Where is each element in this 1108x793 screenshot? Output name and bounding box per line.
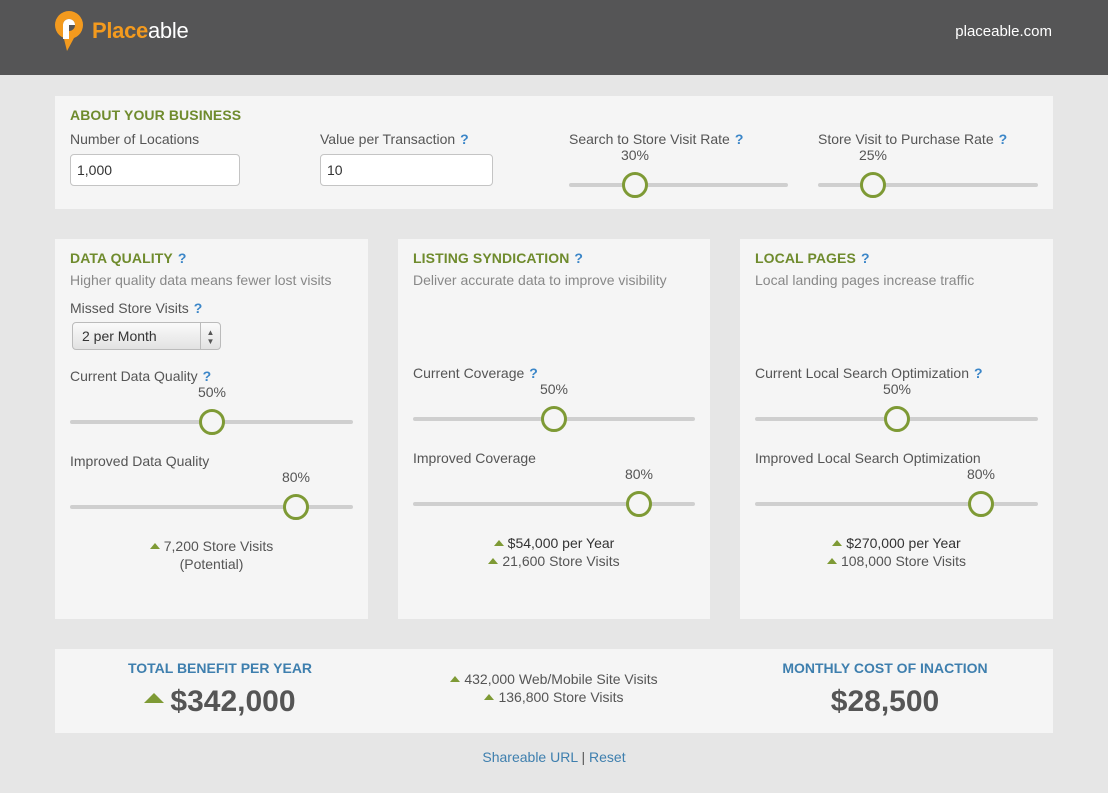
current-optimization-label: Current Local Search Optimization?	[755, 365, 983, 381]
increase-arrow-icon	[826, 558, 837, 564]
link-separator: |	[581, 749, 586, 765]
monthly-cost-title: MONTHLY COST OF INACTION	[782, 660, 988, 676]
visit-rate-label: Search to Store Visit Rate?	[569, 131, 744, 147]
slider-value: 30%	[620, 147, 650, 163]
slider-handle[interactable]	[622, 172, 648, 198]
improved-quality-slider[interactable]: 80%	[70, 469, 353, 520]
local-pages-subtitle: Local landing pages increase traffic	[755, 272, 975, 288]
increase-arrow-icon	[488, 558, 499, 564]
slider-handle[interactable]	[860, 172, 886, 198]
help-icon[interactable]: ?	[194, 300, 203, 316]
help-icon[interactable]: ?	[735, 131, 744, 147]
increase-arrow-icon	[493, 540, 504, 546]
value-per-transaction-label: Value per Transaction?	[320, 131, 469, 147]
current-coverage-slider[interactable]: 50%	[413, 381, 695, 432]
improved-optimization-label: Improved Local Search Optimization	[755, 450, 981, 466]
select-value: 2 per Month	[82, 328, 157, 344]
about-business-panel: ABOUT YOUR BUSINESS Number of Locations …	[55, 96, 1053, 209]
local-pages-panel: LOCAL PAGES? Local landing pages increas…	[740, 239, 1053, 619]
reset-link[interactable]: Reset	[589, 749, 626, 765]
data-quality-subtitle: Higher quality data means fewer lost vis…	[70, 272, 332, 288]
increase-arrow-icon	[144, 693, 165, 703]
current-coverage-label: Current Coverage?	[413, 365, 538, 381]
help-icon[interactable]: ?	[974, 365, 983, 381]
slider-value: 80%	[624, 466, 654, 482]
slider-value: 50%	[539, 381, 569, 397]
site-link[interactable]: placeable.com	[955, 23, 1052, 40]
slider-handle[interactable]	[283, 494, 309, 520]
shareable-url-link[interactable]: Shareable URL	[482, 749, 577, 765]
help-icon[interactable]: ?	[460, 131, 469, 147]
improved-optimization-slider[interactable]: 80%	[755, 466, 1038, 517]
total-benefit-value: $342,000	[85, 685, 355, 719]
slider-track[interactable]	[413, 502, 695, 506]
slider-handle[interactable]	[199, 409, 225, 435]
listing-syndication-panel: LISTING SYNDICATION? Deliver accurate da…	[398, 239, 710, 619]
data-quality-panel: DATA QUALITY? Higher quality data means …	[55, 239, 368, 619]
purchase-rate-slider[interactable]: 25%	[818, 147, 1038, 198]
improved-coverage-slider[interactable]: 80%	[413, 466, 695, 517]
select-arrows-icon: ▲ ▼	[200, 323, 220, 349]
listing-syndication-subtitle: Deliver accurate data to improve visibil…	[413, 272, 667, 288]
footer-links: Shareable URL | Reset	[0, 749, 1108, 765]
visit-rate-slider[interactable]: 30%	[569, 147, 788, 198]
monthly-cost-value: $28,500	[830, 685, 940, 718]
help-icon[interactable]: ?	[574, 250, 583, 266]
locations-label: Number of Locations	[70, 131, 200, 147]
current-quality-slider[interactable]: 50%	[70, 384, 353, 435]
locations-input[interactable]	[70, 154, 240, 186]
help-icon[interactable]: ?	[529, 365, 538, 381]
current-quality-label: Current Data Quality?	[70, 368, 212, 384]
slider-track[interactable]	[818, 183, 1038, 187]
help-icon[interactable]: ?	[861, 250, 870, 266]
brand-name: Placeable	[92, 18, 189, 43]
placeable-logo-icon	[55, 11, 83, 51]
increase-arrow-icon	[149, 543, 160, 549]
about-business-title: ABOUT YOUR BUSINESS	[70, 107, 242, 123]
listing-syndication-result: $54,000 per Year 21,600 Store Visits	[398, 534, 710, 570]
help-icon[interactable]: ?	[999, 131, 1008, 147]
slider-value: 80%	[966, 466, 996, 482]
slider-handle[interactable]	[626, 491, 652, 517]
top-header: Placeable placeable.com	[0, 0, 1108, 75]
listing-syndication-title: LISTING SYNDICATION?	[413, 250, 584, 266]
improved-quality-label: Improved Data Quality	[70, 453, 210, 469]
value-per-transaction-input[interactable]	[320, 154, 493, 186]
slider-value: 80%	[281, 469, 311, 485]
totals-panel: TOTAL BENEFIT PER YEAR $342,000 432,000 …	[55, 649, 1053, 733]
data-quality-title: DATA QUALITY?	[70, 250, 187, 266]
help-icon[interactable]: ?	[178, 250, 187, 266]
slider-value: 50%	[882, 381, 912, 397]
total-benefit-title: TOTAL BENEFIT PER YEAR	[127, 660, 313, 676]
purchase-rate-label: Store Visit to Purchase Rate?	[818, 131, 1008, 147]
slider-track[interactable]	[569, 183, 788, 187]
slider-value: 25%	[858, 147, 888, 163]
slider-track[interactable]	[70, 505, 353, 509]
help-icon[interactable]: ?	[203, 368, 212, 384]
missed-visits-label: Missed Store Visits?	[70, 300, 203, 316]
data-quality-result: 7,200 Store Visits (Potential)	[55, 537, 368, 573]
current-optimization-slider[interactable]: 50%	[755, 381, 1038, 432]
slider-value: 50%	[197, 384, 227, 400]
increase-arrow-icon	[832, 540, 843, 546]
slider-handle[interactable]	[541, 406, 567, 432]
missed-visits-select[interactable]: 2 per Month ▲ ▼	[72, 322, 221, 350]
total-visits-summary: 432,000 Web/Mobile Site Visits 136,800 S…	[395, 670, 713, 706]
slider-handle[interactable]	[968, 491, 994, 517]
slider-handle[interactable]	[884, 406, 910, 432]
slider-track[interactable]	[755, 502, 1038, 506]
increase-arrow-icon	[484, 694, 495, 700]
local-pages-title: LOCAL PAGES?	[755, 250, 870, 266]
increase-arrow-icon	[450, 676, 461, 682]
local-pages-result: $270,000 per Year 108,000 Store Visits	[740, 534, 1053, 570]
improved-coverage-label: Improved Coverage	[413, 450, 536, 466]
